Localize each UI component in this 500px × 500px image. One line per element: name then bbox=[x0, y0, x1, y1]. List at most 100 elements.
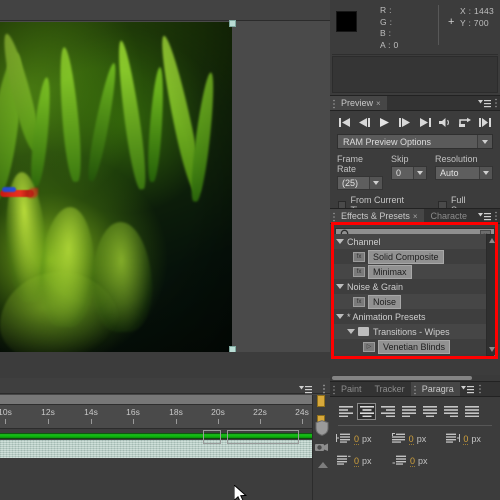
justify-last-center-button[interactable] bbox=[420, 403, 439, 420]
disclosure-triangle-icon[interactable] bbox=[336, 314, 344, 319]
ram-preview-options-row[interactable]: RAM Preview Options bbox=[330, 132, 500, 149]
skip-field-group[interactable]: Skip 0 bbox=[391, 154, 427, 190]
indent-first-line-value[interactable]: 0 bbox=[408, 434, 414, 445]
effects-folder-row[interactable]: Transitions - Wipes bbox=[333, 324, 486, 339]
tab-character-label: Characte bbox=[430, 211, 468, 221]
justify-last-right-button[interactable] bbox=[441, 403, 460, 420]
effects-group-row[interactable]: * Animation Presets bbox=[333, 309, 486, 324]
effects-tab-bar[interactable]: Effects & Presets × Characte bbox=[330, 208, 500, 224]
comp-camera-icon[interactable] bbox=[314, 440, 330, 459]
indent-left-margin-value[interactable]: 0 bbox=[354, 434, 360, 445]
previous-frame-button[interactable] bbox=[357, 115, 372, 129]
skip-dropdown[interactable]: 0 bbox=[391, 166, 427, 180]
last-frame-button[interactable] bbox=[418, 115, 433, 129]
chevron-down-icon[interactable] bbox=[369, 177, 382, 189]
paragraph-panel-menu-icon[interactable] bbox=[460, 382, 476, 396]
timeline-track-area[interactable] bbox=[0, 429, 312, 500]
video-preview-image[interactable] bbox=[0, 22, 232, 352]
composition-viewer[interactable]: +0.0 bbox=[0, 0, 330, 352]
chevron-down-icon[interactable] bbox=[413, 167, 426, 179]
effects-group-row[interactable]: Channel bbox=[333, 234, 486, 249]
effects-and-presets-panel[interactable]: Effects & Presets × Characte Channel fx … bbox=[330, 208, 500, 360]
paragraph-alignment-buttons[interactable] bbox=[330, 397, 500, 420]
effects-item-row[interactable]: fx Minimax bbox=[333, 264, 486, 279]
indent-right-margin-value[interactable]: 0 bbox=[463, 434, 469, 445]
indent-left-margin-field[interactable]: 0 px bbox=[336, 430, 391, 448]
indent-first-line-field[interactable]: 0 px bbox=[391, 430, 446, 448]
tab-grip-icon bbox=[332, 385, 336, 397]
scroll-up-arrow-icon[interactable] bbox=[488, 238, 495, 243]
timeline-selection-box-large[interactable] bbox=[227, 430, 299, 444]
ram-preview-options-dropdown[interactable]: RAM Preview Options bbox=[337, 134, 493, 149]
align-left-button[interactable] bbox=[336, 403, 355, 420]
align-right-button[interactable] bbox=[378, 403, 397, 420]
timeline-panel[interactable]: 10s 12s 14s 16s 18s 20s 22s 24s bbox=[0, 378, 330, 500]
resolution-field-group[interactable]: Resolution Auto bbox=[435, 154, 493, 190]
tab-preview-close-icon[interactable]: × bbox=[376, 99, 381, 108]
chevron-down-icon[interactable] bbox=[477, 135, 492, 148]
first-frame-button[interactable] bbox=[337, 115, 352, 129]
effects-tree-list[interactable]: Channel fx Solid Composite fx Minimax No… bbox=[333, 234, 486, 356]
paragraph-tab-bar[interactable]: Paint Tracker Paragra bbox=[330, 381, 500, 397]
preview-settings-row[interactable]: Frame Rate (25) Skip 0 Resolution Auto bbox=[330, 149, 500, 190]
space-after-paragraph-field[interactable]: 0 px bbox=[392, 452, 448, 470]
chevron-down-icon[interactable] bbox=[479, 167, 492, 179]
effects-preset-row[interactable]: ▷ Venetian Blinds bbox=[333, 339, 486, 354]
disclosure-triangle-icon[interactable] bbox=[336, 239, 344, 244]
timeline-scroll-up-arrow[interactable] bbox=[318, 462, 328, 468]
paragraph-indent-row-2[interactable]: 0 px 0 px bbox=[330, 448, 500, 470]
tab-tracker[interactable]: Tracker bbox=[368, 382, 411, 396]
timeline-time-ruler[interactable]: 10s 12s 14s 16s 18s 20s 22s 24s bbox=[0, 405, 312, 429]
disclosure-triangle-icon[interactable] bbox=[347, 329, 355, 334]
frame-rate-dropdown[interactable]: (25) bbox=[337, 176, 383, 190]
work-area-end-marker-top[interactable] bbox=[317, 395, 325, 407]
frame-rate-field-group[interactable]: Frame Rate (25) bbox=[337, 154, 383, 190]
timeline-right-controls[interactable] bbox=[312, 395, 330, 500]
tab-paragraph[interactable]: Paragra bbox=[410, 382, 460, 396]
scrollbar-thumb[interactable] bbox=[332, 376, 472, 380]
loop-button[interactable] bbox=[458, 115, 473, 129]
align-center-button[interactable] bbox=[357, 403, 376, 420]
paragraph-panel[interactable]: Paint Tracker Paragra 0 px 0 px 0 px 0 p… bbox=[330, 375, 500, 500]
timeline-work-area-bar[interactable] bbox=[0, 395, 312, 405]
skip-label: Skip bbox=[391, 154, 409, 164]
justify-last-left-button[interactable] bbox=[399, 403, 418, 420]
effects-list-scrollbar[interactable] bbox=[486, 234, 497, 356]
effects-panel-grip-icon bbox=[492, 209, 500, 223]
ruler-tick-mark bbox=[218, 419, 219, 424]
effects-item-row[interactable]: fx Solid Composite bbox=[333, 249, 486, 264]
preview-panel-grip-icon bbox=[492, 96, 500, 110]
motion-blur-shield-icon[interactable] bbox=[315, 420, 329, 441]
layer-selection-handle-top-right[interactable] bbox=[229, 20, 236, 27]
info-panel: R : G : B : A : 0 + X : 1443 Y : 700 bbox=[330, 0, 500, 95]
space-before-paragraph-value[interactable]: 0 bbox=[354, 456, 360, 467]
tab-character[interactable]: Characte bbox=[424, 209, 474, 223]
justify-all-button[interactable] bbox=[462, 403, 481, 420]
disclosure-triangle-icon[interactable] bbox=[336, 284, 344, 289]
tab-paint-label: Paint bbox=[341, 384, 362, 394]
panel-resize-grip-icon[interactable]: ◢ bbox=[492, 350, 498, 359]
ruler-tick-label: 12s bbox=[41, 407, 55, 417]
paragraph-indent-row-1[interactable]: 0 px 0 px 0 px bbox=[330, 426, 500, 448]
resolution-dropdown[interactable]: Auto bbox=[435, 166, 493, 180]
layer-selection-handle-bottom-right[interactable] bbox=[229, 346, 236, 352]
effects-group-row[interactable]: Noise & Grain bbox=[333, 279, 486, 294]
timeline-selection-box-small[interactable] bbox=[203, 430, 221, 444]
space-before-paragraph-field[interactable]: 0 px bbox=[336, 452, 392, 470]
preview-tab-bar[interactable]: Preview × bbox=[330, 95, 500, 111]
effects-panel-menu-icon[interactable] bbox=[476, 209, 492, 223]
preview-panel[interactable]: Preview × RAM Preview Options Frame Rate… bbox=[330, 95, 500, 215]
ram-preview-button[interactable] bbox=[478, 115, 493, 129]
indent-right-margin-field[interactable]: 0 px bbox=[445, 430, 500, 448]
tab-paint[interactable]: Paint bbox=[330, 382, 368, 396]
tab-preview[interactable]: Preview × bbox=[330, 96, 387, 110]
audio-button[interactable] bbox=[438, 115, 453, 129]
next-frame-button[interactable] bbox=[397, 115, 412, 129]
effects-item-row[interactable]: fx Noise bbox=[333, 294, 486, 309]
play-button[interactable] bbox=[377, 115, 392, 129]
tab-effects-and-presets[interactable]: Effects & Presets × bbox=[330, 209, 424, 223]
tab-effects-close-icon[interactable]: × bbox=[413, 212, 418, 221]
preview-transport-controls[interactable] bbox=[330, 111, 500, 132]
space-after-paragraph-value[interactable]: 0 bbox=[410, 456, 416, 467]
preview-panel-menu-icon[interactable] bbox=[476, 96, 492, 110]
